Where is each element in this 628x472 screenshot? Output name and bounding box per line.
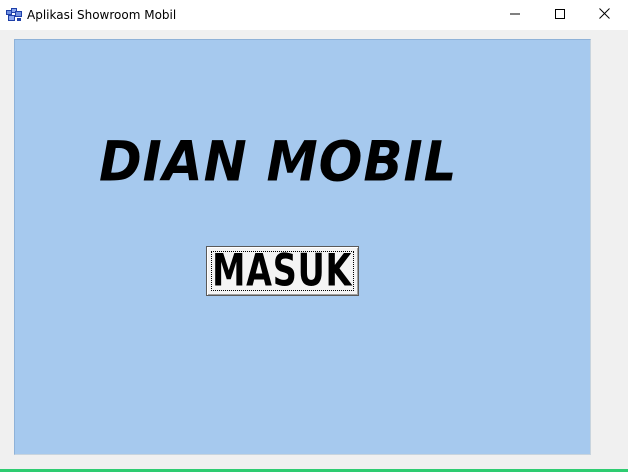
- masuk-button-label: MASUK: [212, 244, 353, 297]
- minimize-button[interactable]: [492, 0, 537, 30]
- app-heading: DIAN MOBIL: [99, 130, 458, 195]
- app-window: Aplikasi Showroom Mobil DIAN MOBIL MASUK: [0, 0, 628, 472]
- vb-form-icon[interactable]: [6, 7, 22, 22]
- form-panel: DIAN MOBIL MASUK: [14, 39, 591, 455]
- window-title: Aplikasi Showroom Mobil: [27, 8, 177, 22]
- title-bar[interactable]: Aplikasi Showroom Mobil: [0, 0, 628, 30]
- maximize-button[interactable]: [537, 0, 582, 30]
- minimize-icon: [509, 6, 520, 24]
- masuk-button[interactable]: MASUK: [206, 246, 359, 296]
- close-icon: [599, 6, 610, 24]
- close-button[interactable]: [582, 0, 627, 30]
- maximize-icon: [554, 6, 565, 24]
